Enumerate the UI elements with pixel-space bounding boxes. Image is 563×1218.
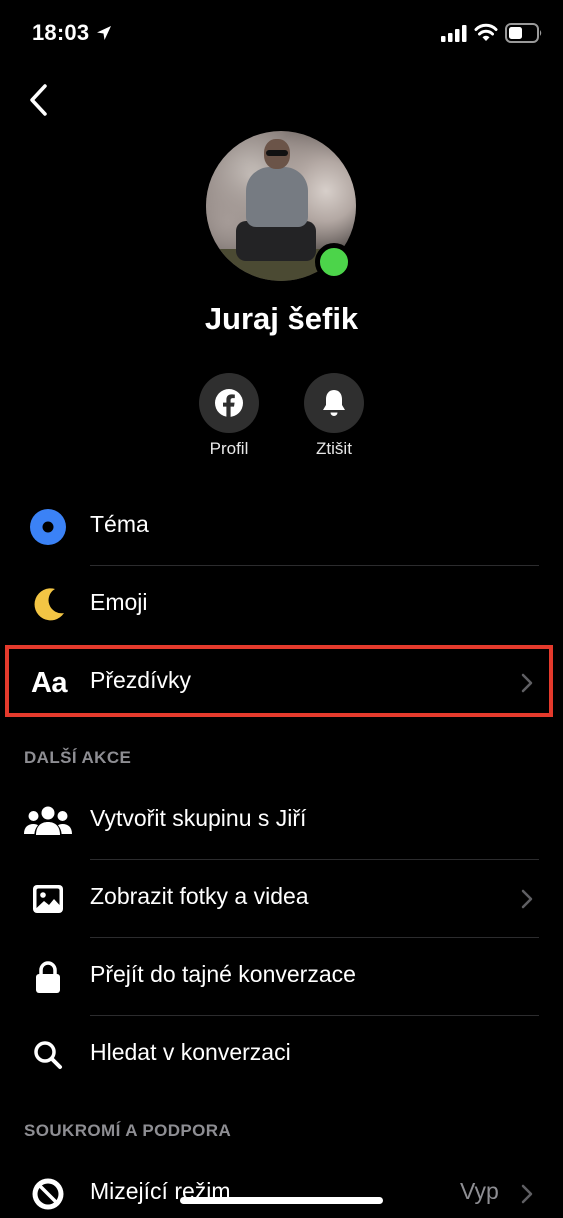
location-arrow-icon: [97, 26, 111, 40]
moon-emoji-icon: [29, 586, 64, 621]
row-secret-conversation-label: Přejít do tajné konverzace: [90, 961, 356, 987]
people-icon: [24, 806, 72, 835]
facebook-icon: [215, 389, 243, 417]
battery-icon: [505, 23, 542, 43]
row-photos-videos[interactable]: Zobrazit fotky a videa: [0, 860, 563, 938]
chevron-right-icon: [521, 673, 533, 693]
profile-button[interactable]: Profil: [189, 373, 269, 459]
section-header-more-actions: DALŠÍ AKCE: [24, 748, 132, 767]
row-photos-videos-label: Zobrazit fotky a videa: [90, 883, 309, 909]
cellular-signal-icon: [441, 25, 467, 42]
mute-button[interactable]: Ztišit: [294, 373, 374, 459]
theme-dot-icon: [30, 509, 66, 545]
row-create-group-label: Vytvořit skupinu s Jiří: [90, 805, 307, 831]
status-time: 18:03: [32, 20, 90, 45]
status-bar: 18:03: [0, 0, 563, 70]
row-emoji[interactable]: Emoji: [0, 566, 563, 644]
row-emoji-label: Emoji: [90, 589, 148, 615]
row-vanish-mode[interactable]: Mizející režim Vyp: [0, 1155, 563, 1218]
mute-button-label: Ztišit: [316, 439, 352, 458]
profile-name: Juraj šefik: [204, 301, 359, 336]
row-theme[interactable]: Téma: [0, 488, 563, 566]
online-status-dot: [315, 243, 353, 281]
profile-button-label: Profil: [209, 439, 249, 458]
bell-icon: [323, 390, 345, 416]
row-search-conversation-label: Hledat v konverzaci: [90, 1039, 291, 1065]
row-theme-label: Téma: [90, 511, 149, 537]
section-header-privacy: SOUKROMÍ A PODPORA: [24, 1121, 232, 1140]
row-nicknames-label: Přezdívky: [90, 667, 191, 693]
search-icon: [34, 1041, 62, 1069]
row-search-conversation[interactable]: Hledat v konverzaci: [0, 1016, 563, 1094]
back-chevron-icon[interactable]: [22, 80, 58, 120]
row-secret-conversation[interactable]: Přejít do tajné konverzace: [0, 938, 563, 1016]
home-indicator[interactable]: [180, 1197, 383, 1204]
chevron-right-icon: [521, 889, 533, 909]
wifi-icon: [474, 23, 498, 41]
lock-icon: [36, 961, 60, 993]
row-create-group[interactable]: Vytvořit skupinu s Jiří: [0, 782, 563, 860]
vanish-mode-value: Vyp: [460, 1178, 499, 1204]
chevron-right-icon: [521, 1184, 533, 1204]
photo-icon: [33, 885, 63, 913]
vanish-mode-icon: [32, 1178, 64, 1210]
row-nicknames[interactable]: Aa Přezdívky: [0, 644, 563, 722]
text-aa-icon: Aa: [30, 666, 68, 699]
